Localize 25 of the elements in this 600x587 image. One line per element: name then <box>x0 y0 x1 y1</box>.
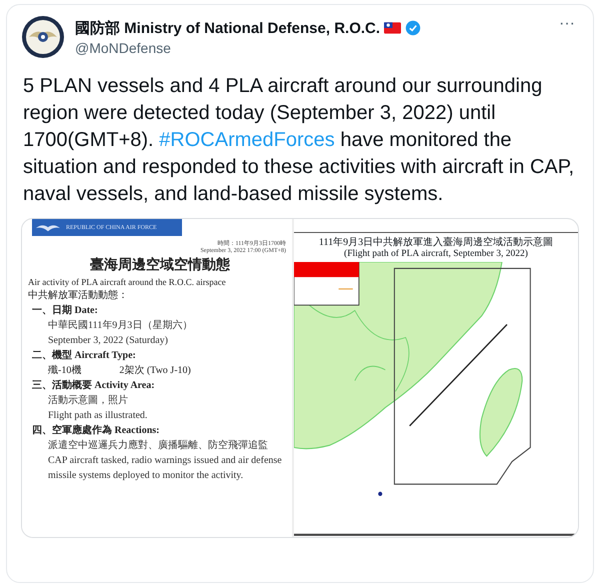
section-text: 派遣空中巡邏兵力應對、廣播驅離、防空飛彈追監 <box>47 438 269 453</box>
verified-icon <box>405 20 422 36</box>
intro-text: 中共解放軍活動動態： <box>28 288 129 303</box>
air-force-emblem-icon <box>36 222 60 232</box>
author-handle[interactable]: @MoNDefense <box>75 40 546 56</box>
section-heading: 一、日期 Date: <box>31 304 99 318</box>
section-text: CAP aircraft tasked, radio warnings issued and air defense missile systems deployed to monitor the activity. <box>47 454 283 483</box>
emblem-avatar-icon[interactable] <box>21 15 65 59</box>
more-button[interactable]: ··· <box>555 15 579 33</box>
section-text: Flight path as illustrated. <box>47 409 148 423</box>
section-heading: 二、機型 Aircraft Type: <box>31 348 137 363</box>
section-text: 2架次 (Two J-10) <box>119 364 191 378</box>
tweet-text: 5 PLAN vessels and 4 PLA aircraft around our surrounding region were detected today (September 3, 2022) until 1700(GMT+8). #ROCArmedForces have monitored the situation and responded to these activities with aircraft in CAP, naval vessels, and land-based missile systems. <box>23 74 576 207</box>
map-title: (Flight path of PLA aircraft, September 3, 2022) <box>344 249 528 259</box>
section-heading: 三、活動概要 Activity Area: <box>31 378 156 393</box>
author-name[interactable]: 國防部 Ministry of National Defense, R.O.C. <box>75 18 380 38</box>
section-text: 活動示意圖，照片 <box>47 394 129 408</box>
section-text: 中華民國111年9月3日（星期六） <box>47 318 194 333</box>
section-heading: 四、空軍應處作為 Reactions: <box>31 423 160 438</box>
section-text: September 3, 2022 (Saturday) <box>47 334 169 348</box>
map-title: 111年9月3日中共解放軍進入臺海周邊空域活動示意圖 <box>318 236 554 249</box>
document-title: 臺海周邊空域空情動態 <box>89 256 231 274</box>
document-subtitle: Air activity of PLA aircraft around the R.O.C. airspace <box>28 277 227 287</box>
flag-icon <box>384 22 402 34</box>
section-text: 殲-10機 <box>48 364 82 378</box>
